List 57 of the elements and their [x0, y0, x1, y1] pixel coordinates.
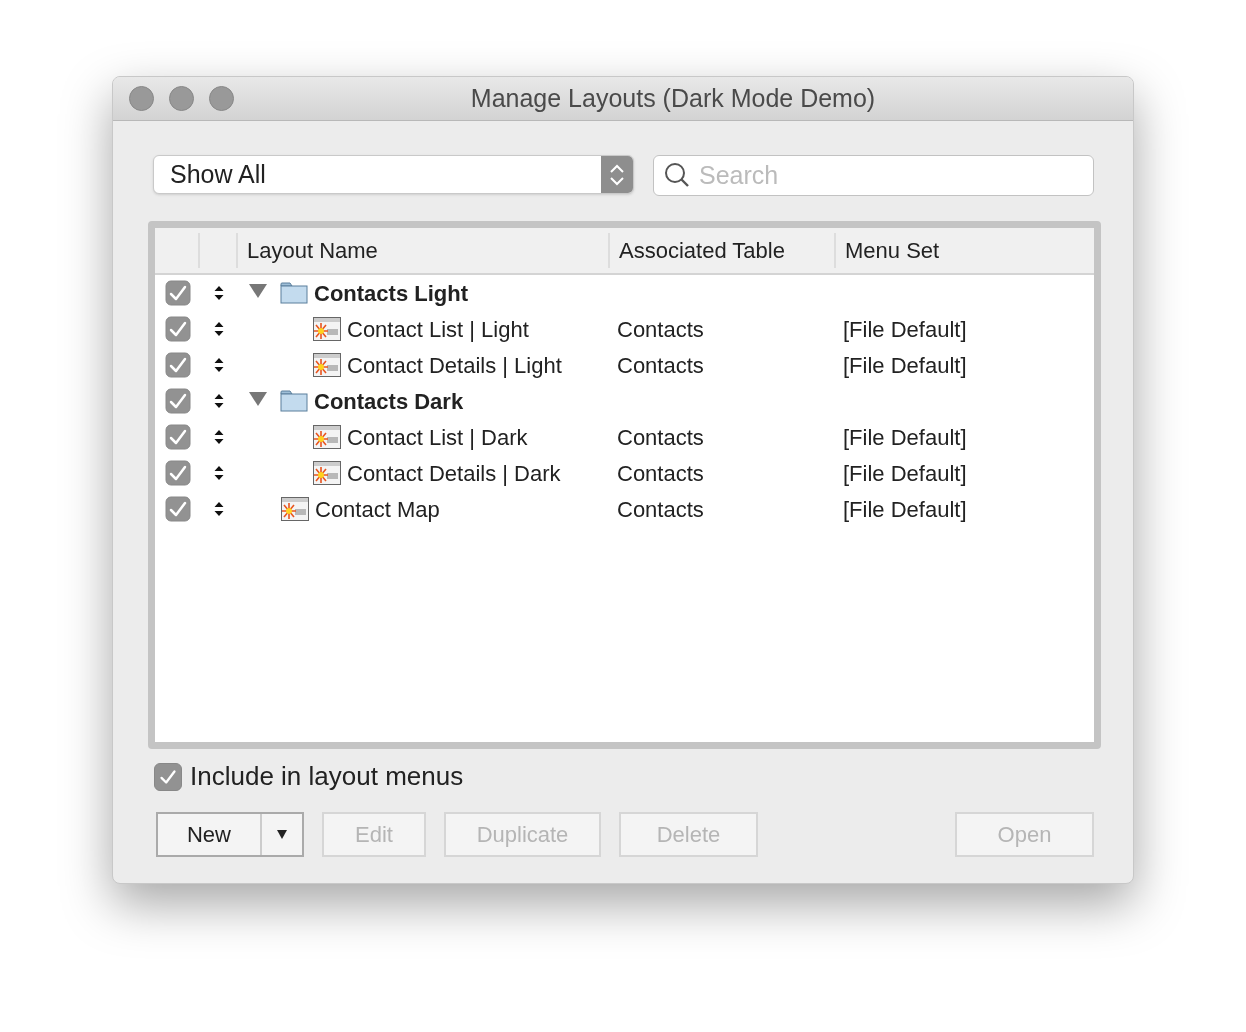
caret-icon	[277, 830, 287, 839]
checkbox[interactable]	[164, 352, 191, 378]
new-split-button[interactable]: New	[156, 812, 304, 857]
layout-name[interactable]: Contact List | Light	[347, 312, 529, 346]
checkbox[interactable]	[164, 460, 191, 486]
folder-icon	[280, 282, 308, 304]
checkbox[interactable]	[164, 280, 191, 306]
table-cell: Contacts	[617, 460, 704, 486]
table-cell: [File Default]	[843, 460, 967, 486]
table-cell: [File Default]	[843, 316, 967, 342]
table-cell: Contacts	[617, 316, 704, 342]
layout-icon	[313, 425, 341, 449]
checkbox[interactable]	[164, 316, 191, 342]
button: Duplicate	[444, 812, 601, 857]
checkbox[interactable]	[164, 388, 191, 414]
table-cell: [File Default]	[843, 496, 967, 522]
table-cell: Contacts	[617, 424, 704, 450]
column-header[interactable]: Layout Name	[238, 233, 610, 268]
table-cell: [File Default]	[843, 424, 967, 450]
search-icon	[664, 162, 690, 188]
minimize-button[interactable]	[169, 86, 194, 111]
layout-icon	[313, 461, 341, 485]
folder-name[interactable]: Contacts Dark	[314, 384, 464, 418]
reorder-handle-icon[interactable]	[214, 358, 224, 372]
folder-name[interactable]: Contacts Light	[314, 276, 468, 310]
column-header[interactable]: Menu Set	[836, 233, 1094, 268]
button: Delete	[619, 812, 758, 857]
show-dropdown[interactable]: Show All	[153, 155, 634, 194]
reorder-handle-icon[interactable]	[214, 502, 224, 516]
layout-icon	[313, 317, 341, 341]
table-cell: Contacts	[617, 352, 704, 378]
search-field[interactable]: Search	[653, 155, 1094, 196]
layout-name[interactable]: Contact Details | Dark	[347, 456, 561, 490]
stepper-icon	[601, 156, 633, 193]
window-title: Manage Layouts (Dark Mode Demo)	[469, 82, 877, 114]
layout-name[interactable]: Contact Details | Light	[347, 348, 562, 382]
reorder-handle-icon[interactable]	[214, 394, 224, 408]
table-cell: [File Default]	[843, 352, 967, 378]
zoom-button[interactable]	[209, 86, 234, 111]
reorder-handle-icon[interactable]	[214, 286, 224, 300]
button: Edit	[322, 812, 426, 857]
column-header[interactable]: Associated Table	[610, 233, 836, 268]
layout-name[interactable]: Contact List | Dark	[347, 420, 528, 454]
layout-icon	[281, 497, 309, 521]
checkbox[interactable]	[164, 424, 191, 450]
button: Open	[955, 812, 1094, 857]
close-button[interactable]	[129, 86, 154, 111]
layout-icon	[313, 353, 341, 377]
checkbox-label: Include in layout menus	[190, 760, 464, 793]
checkbox[interactable]	[154, 762, 182, 791]
reorder-handle-icon[interactable]	[214, 430, 224, 444]
folder-icon	[280, 390, 308, 412]
checkbox[interactable]	[164, 496, 191, 522]
table-cell: Contacts	[617, 496, 704, 522]
reorder-handle-icon[interactable]	[214, 322, 224, 336]
layout-name[interactable]: Contact Map	[315, 492, 440, 526]
reorder-handle-icon[interactable]	[214, 466, 224, 480]
